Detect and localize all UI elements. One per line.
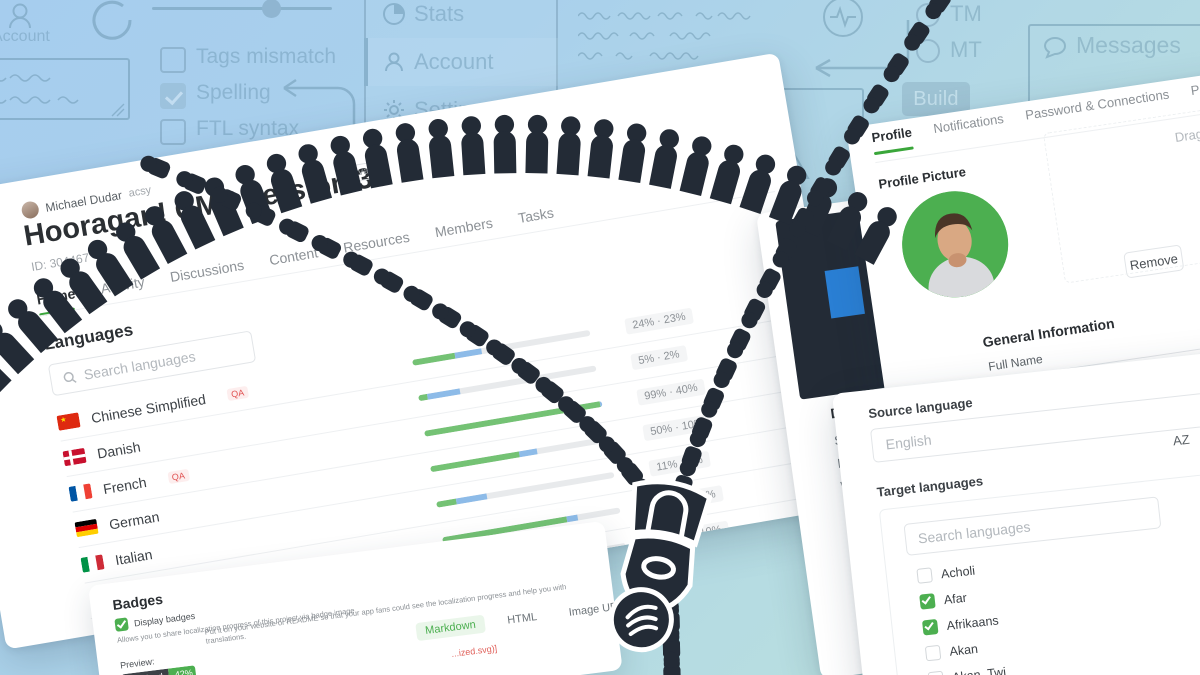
- flag-icon: [74, 518, 99, 538]
- display-badges-checkbox[interactable]: [114, 617, 129, 632]
- section-title-languages: Languages: [42, 320, 135, 354]
- squiggle-text-icon: [0, 74, 79, 104]
- wireframe-account-label: Account: [0, 28, 50, 45]
- progress-label: 11% · 5%: [648, 450, 711, 477]
- progress-approved: [518, 448, 538, 458]
- progress-translated: [412, 352, 456, 366]
- slider-thumb[interactable]: [262, 0, 281, 18]
- project-id: ID: 304467: [30, 250, 91, 275]
- target-search-placeholder: Search languages: [917, 518, 1032, 547]
- menu-item-account[interactable]: Account: [414, 49, 494, 75]
- tab-discussions[interactable]: Discussions: [169, 257, 245, 285]
- slider-track[interactable]: [152, 7, 332, 10]
- wireframe-messages-label: Messages: [1076, 32, 1181, 58]
- flag-icon: [62, 447, 87, 467]
- checkbox-label-spelling: Spelling: [196, 81, 271, 104]
- language-name[interactable]: French: [102, 474, 148, 497]
- radio-label-mt: MT: [950, 37, 982, 62]
- language-name[interactable]: German: [108, 508, 161, 532]
- drag-drop-zone[interactable]: [1042, 93, 1200, 284]
- progress-approved: [426, 388, 461, 400]
- target-language-search-input[interactable]: Search languages: [903, 496, 1162, 556]
- language-label: Akan, Twi: [951, 664, 1007, 675]
- screenshot-stage: Account Tags mismatch Spelling FTL synta…: [0, 0, 1200, 675]
- radio-mt[interactable]: [916, 39, 940, 63]
- search-placeholder-text: Search languages: [82, 348, 197, 383]
- menu-item-stats[interactable]: Stats: [414, 1, 464, 27]
- source-language-value: English: [884, 431, 933, 453]
- progress-translated: [430, 451, 520, 473]
- progress-label: 70% · 48%: [654, 485, 724, 513]
- tab-activity[interactable]: Activity: [99, 274, 145, 297]
- list-item[interactable]: Akan, Twi: [927, 664, 1007, 675]
- tab-profile[interactable]: Profile: [871, 125, 913, 146]
- elbow-arrow-icon: [815, 20, 910, 78]
- flag-icon: [80, 554, 105, 573]
- qa-badge: QA: [166, 468, 190, 484]
- tab-resources[interactable]: Resources: [342, 229, 411, 256]
- settings-tab-underline: [873, 146, 914, 156]
- language-label: Afrikaans: [945, 612, 1000, 633]
- progress-approved: [599, 400, 603, 408]
- progress-label: 99% · 40%: [636, 378, 706, 406]
- progress-label: 5% · 2%: [630, 345, 688, 371]
- avatar[interactable]: [20, 200, 41, 220]
- badge-preview-right: 42%: [168, 665, 197, 675]
- language-checkbox[interactable]: [924, 644, 942, 662]
- tab-tasks[interactable]: Tasks: [517, 204, 555, 226]
- pie-chart-icon: [383, 3, 405, 25]
- language-checkbox[interactable]: [916, 567, 933, 584]
- sort-az-label: AZ: [1172, 431, 1191, 449]
- chat-bubble-icon: [1043, 37, 1066, 59]
- qa-badge: QA: [226, 385, 249, 401]
- target-languages-panel: Search languages Acholi Afar Afrikaans Akan…: [878, 467, 1200, 675]
- tab-content[interactable]: Content: [268, 244, 319, 268]
- general-info-label: General Information: [981, 314, 1116, 351]
- progress-approved: [454, 348, 482, 359]
- tab-notifications[interactable]: Notifications: [932, 111, 1004, 136]
- language-label: Afar: [943, 590, 968, 607]
- preview-graphic: [824, 266, 865, 319]
- list-item[interactable]: Akan: [924, 638, 1004, 662]
- owner-handle: acsy: [127, 183, 153, 200]
- checkbox-tags-mismatch[interactable]: [160, 47, 186, 73]
- progress-translated: [436, 498, 457, 508]
- user-icon: [385, 52, 403, 72]
- tab-payments[interactable]: Payments: [1190, 75, 1200, 98]
- display-badges-label: Display badges: [133, 610, 196, 628]
- language-label: Acholi: [940, 563, 976, 581]
- profile-avatar[interactable]: [894, 184, 1016, 305]
- list-item[interactable]: Afar: [919, 586, 998, 610]
- radio-tm[interactable]: [916, 3, 940, 27]
- progress-approved: [566, 514, 578, 523]
- target-languages-list[interactable]: Acholi Afar Afrikaans Akan Akan, Twi: [916, 560, 1008, 675]
- tab-members[interactable]: Members: [434, 215, 494, 241]
- resize-handle-icon[interactable]: [110, 102, 126, 118]
- language-checkbox[interactable]: [919, 593, 936, 610]
- progress-label: 50% · 10%: [642, 414, 712, 442]
- checkbox-spelling[interactable]: [160, 83, 186, 109]
- list-item[interactable]: Afrikaans: [921, 612, 1001, 636]
- full-name-label: Full Name: [987, 351, 1044, 374]
- language-name[interactable]: Danish: [96, 438, 142, 461]
- flag-icon: ★: [56, 412, 81, 431]
- progress-label: 24% · 23%: [624, 307, 694, 335]
- checkbox-ftl-syntax[interactable]: [160, 119, 186, 145]
- language-checkbox[interactable]: [927, 670, 945, 675]
- refresh-icon: [92, 0, 132, 40]
- badge-preview-left: localized: [121, 668, 170, 675]
- radio-label-tm: TM: [950, 1, 982, 26]
- language-settings-card: Source language English Target languages…: [832, 342, 1200, 675]
- sort-az-icon[interactable]: AZ: [1172, 432, 1190, 449]
- flag-icon: [68, 483, 93, 502]
- list-item[interactable]: Acholi: [916, 560, 995, 584]
- language-checkbox[interactable]: [921, 618, 939, 636]
- search-icon: [63, 371, 77, 383]
- language-label: Akan: [948, 641, 979, 659]
- progress-approved: [455, 493, 488, 505]
- tab-home[interactable]: Home: [35, 285, 76, 307]
- avatar-photo: [894, 184, 1016, 305]
- language-name[interactable]: Italian: [114, 546, 154, 568]
- checkbox-label-tags-mismatch: Tags mismatch: [196, 45, 337, 68]
